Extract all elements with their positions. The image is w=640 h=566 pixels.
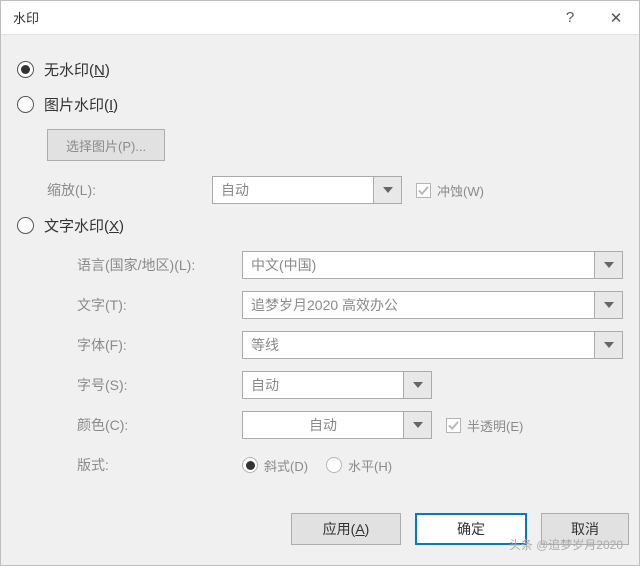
- help-button[interactable]: ?: [547, 1, 593, 35]
- radio-icon: [17, 96, 34, 113]
- select-picture-button[interactable]: 选择图片(P)...: [47, 129, 165, 161]
- language-combo[interactable]: 中文(中国): [242, 251, 623, 279]
- watermark-dialog: 水印 ? ✕ 无水印(N) 图片水印(I) 选择图片(P)... 缩放(L): …: [0, 0, 640, 566]
- source-watermark: 头条 @追梦岁月2020: [509, 536, 623, 553]
- color-row: 颜色(C): 自动 半透明(E): [17, 410, 623, 440]
- chevron-down-icon: [373, 177, 401, 203]
- semitransparent-checkbox[interactable]: [446, 418, 461, 433]
- language-label: 语言(国家/地区)(L):: [47, 255, 242, 275]
- scale-combo[interactable]: 自动: [212, 176, 402, 204]
- titlebar: 水印 ? ✕: [1, 1, 639, 35]
- text-label: 文字(T):: [47, 295, 242, 315]
- color-label: 颜色(C):: [47, 415, 242, 435]
- font-row: 字体(F): 等线: [17, 330, 623, 360]
- layout-label: 版式:: [47, 455, 242, 475]
- language-row: 语言(国家/地区)(L): 中文(中国): [17, 250, 623, 280]
- washout-checkbox[interactable]: [416, 183, 431, 198]
- radio-icon: [17, 217, 34, 234]
- option-none[interactable]: 无水印(N): [17, 59, 623, 80]
- close-button[interactable]: ✕: [593, 1, 639, 35]
- chevron-down-icon: [594, 252, 622, 278]
- size-row: 字号(S): 自动: [17, 370, 623, 400]
- font-label: 字体(F):: [47, 335, 242, 355]
- dialog-title: 水印: [13, 8, 547, 27]
- scale-label: 缩放(L):: [47, 180, 212, 200]
- text-row: 文字(T): 追梦岁月2020 高效办公: [17, 290, 623, 320]
- dialog-body: 无水印(N) 图片水印(I) 选择图片(P)... 缩放(L): 自动 冲蚀(W…: [1, 35, 639, 565]
- dialog-footer: 应用(A) 确定 取消: [1, 505, 639, 565]
- radio-icon: [326, 457, 342, 473]
- layout-diagonal[interactable]: 斜式(D): [242, 456, 308, 475]
- color-combo[interactable]: 自动: [242, 411, 432, 439]
- layout-horizontal[interactable]: 水平(H): [326, 456, 392, 475]
- option-label: 无水印(N): [44, 59, 110, 80]
- option-label: 文字水印(X): [44, 215, 124, 236]
- option-text-watermark[interactable]: 文字水印(X): [17, 215, 623, 236]
- chevron-down-icon: [403, 372, 431, 398]
- chevron-down-icon: [594, 332, 622, 358]
- size-label: 字号(S):: [47, 375, 242, 395]
- washout-label: 冲蚀(W): [437, 181, 484, 200]
- option-label: 图片水印(I): [44, 94, 118, 115]
- chevron-down-icon: [594, 292, 622, 318]
- chevron-down-icon: [403, 412, 431, 438]
- text-combo[interactable]: 追梦岁月2020 高效办公: [242, 291, 623, 319]
- font-combo[interactable]: 等线: [242, 331, 623, 359]
- apply-button[interactable]: 应用(A): [291, 513, 401, 545]
- radio-icon: [17, 61, 34, 78]
- size-combo[interactable]: 自动: [242, 371, 432, 399]
- option-picture-watermark[interactable]: 图片水印(I): [17, 94, 623, 115]
- layout-row: 版式: 斜式(D) 水平(H): [17, 450, 623, 480]
- scale-row: 缩放(L): 自动 冲蚀(W): [47, 175, 623, 205]
- semitransparent-label: 半透明(E): [467, 416, 523, 435]
- radio-icon: [242, 457, 258, 473]
